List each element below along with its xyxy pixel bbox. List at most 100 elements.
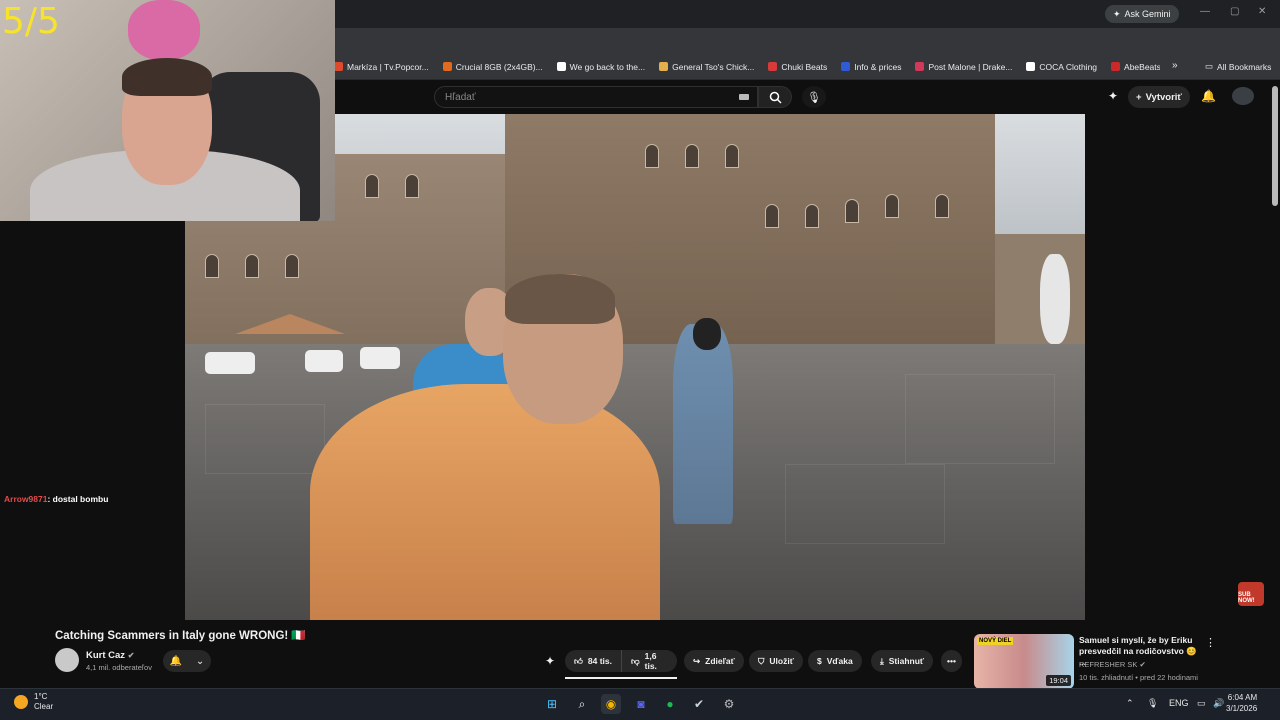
- video-car: [305, 350, 343, 372]
- channel-avatar[interactable]: [55, 648, 79, 672]
- save-label: Uložiť: [769, 656, 794, 666]
- dislike-count: 1,6 tis.: [644, 651, 657, 671]
- weather-temp: 1°C: [34, 692, 48, 701]
- notifications-bell-icon[interactable]: 🔔: [1201, 89, 1216, 103]
- more-dots-icon: •••: [947, 656, 956, 666]
- minimize-icon[interactable]: —: [1200, 6, 1210, 17]
- video-window: [405, 174, 419, 198]
- bookmark-label: Info & prices: [854, 61, 902, 72]
- bookmark-item[interactable]: Crucial 8GB (2x4GB)...: [442, 62, 543, 72]
- download-button[interactable]: ⤓ Stiahnuť: [871, 650, 934, 672]
- video-window: [205, 254, 219, 278]
- keyboard-icon[interactable]: [739, 94, 749, 100]
- webcam-plush-toy: [128, 0, 200, 60]
- counter-overlay: 5/5: [2, 1, 60, 42]
- sparkle-icon[interactable]: ✦: [1108, 89, 1118, 103]
- like-button[interactable]: 👍︎ 84 tis.: [565, 650, 621, 672]
- recommended-meta: 10 tis. zhliadnutí • pred 22 hodinami: [1079, 673, 1198, 682]
- thanks-button[interactable]: $ Vďaka: [808, 650, 862, 672]
- save-button[interactable]: ⛉ Uložiť: [749, 650, 803, 672]
- search-button[interactable]: [758, 86, 792, 108]
- thumbnail-tag: NOVÝ DIEL: [977, 637, 1014, 645]
- bookmark-item[interactable]: COCA Clothing: [1026, 62, 1097, 72]
- subscribe-badge[interactable]: SUB NOW!: [1238, 582, 1264, 606]
- dislike-button[interactable]: 👎︎ 1,6 tis.: [621, 650, 677, 672]
- chat-text: : dostal bombu: [47, 494, 109, 504]
- ask-gemini-label: Ask Gemini: [1124, 9, 1171, 19]
- bookmark-favicon-icon: [915, 62, 925, 71]
- verified-icon: ✔: [127, 651, 135, 660]
- bookmark-label: Markíza | Tv.Popcor...: [347, 61, 429, 72]
- create-label: Vytvoriť: [1145, 91, 1182, 103]
- steam-icon[interactable]: ✔: [689, 694, 709, 714]
- video-paving: [905, 374, 1055, 464]
- share-icon: ↪: [693, 655, 701, 666]
- voice-search-button[interactable]: 🎙: [802, 86, 826, 108]
- bookmark-item[interactable]: We go back to the...: [556, 62, 645, 72]
- bookmark-label: AbeBeats: [1124, 61, 1160, 72]
- video-window: [935, 194, 949, 218]
- system-clock[interactable]: 6:04 AM 3/1/2026: [1226, 692, 1257, 714]
- bookmark-item[interactable]: Post Malone | Drake...: [915, 62, 1012, 72]
- video-window: [285, 254, 299, 278]
- all-bookmarks-button[interactable]: ▭ All Bookmarks: [1205, 61, 1271, 72]
- clock-date: 3/1/2026: [1226, 704, 1258, 713]
- video-window: [725, 144, 739, 168]
- thanks-label: Vďaka: [826, 656, 853, 666]
- tray-chevron-icon[interactable]: ⌃: [1126, 698, 1134, 709]
- create-button[interactable]: + Vytvoriť: [1128, 86, 1190, 108]
- recommended-menu-icon[interactable]: ⋮: [1205, 636, 1216, 649]
- spotify-icon[interactable]: ●: [660, 694, 680, 714]
- dollar-icon: $: [817, 656, 822, 666]
- plus-icon: +: [1136, 91, 1142, 103]
- chrome-icon[interactable]: ◉: [601, 694, 621, 714]
- video-window: [685, 144, 699, 168]
- discord-icon[interactable]: ◙: [631, 694, 651, 714]
- like-count: 84 tis.: [587, 656, 612, 666]
- recommended-thumbnail[interactable]: NOVÝ DIEL 19:04: [974, 634, 1074, 689]
- thumbs-down-icon: 👎︎: [631, 655, 640, 666]
- weather-widget[interactable]: 1°C Clear: [14, 692, 53, 712]
- bookmark-item[interactable]: General Tso's Chick...: [659, 62, 754, 72]
- account-avatar[interactable]: [1232, 87, 1254, 105]
- video-orange-poncho: [310, 384, 660, 620]
- channel-name[interactable]: Kurt Caz ✔: [86, 650, 134, 661]
- bookmark-favicon-icon: [659, 62, 669, 71]
- volume-icon[interactable]: 🔊: [1213, 698, 1224, 709]
- bookmark-icon: ⛉: [758, 655, 765, 666]
- video-window: [805, 204, 819, 228]
- bookmark-item[interactable]: Markíza | Tv.Popcor...: [334, 62, 429, 72]
- more-actions-button[interactable]: •••: [941, 650, 962, 672]
- recommended-channel[interactable]: REFRESHER SK ✔: [1079, 660, 1146, 669]
- mic-tray-icon[interactable]: 🎙: [1147, 698, 1158, 709]
- more-bookmarks-icon[interactable]: »: [1172, 60, 1178, 71]
- ask-gemini-button[interactable]: ✦ Ask Gemini: [1105, 5, 1179, 23]
- subscription-bell-button[interactable]: 🔔 ⌄: [163, 650, 211, 672]
- page-scrollbar[interactable]: [1272, 86, 1278, 206]
- bookmark-item[interactable]: Chuki Beats: [768, 62, 827, 72]
- search-icon: [769, 91, 782, 104]
- bookmark-item[interactable]: Info & prices: [841, 62, 901, 72]
- video-man-in-denim: [673, 324, 733, 524]
- bookmark-item[interactable]: AbeBeats: [1111, 62, 1160, 72]
- clock-time: 6:04 AM: [1227, 693, 1258, 702]
- video-host-hair: [505, 274, 615, 324]
- close-icon[interactable]: ✕: [1258, 6, 1266, 17]
- taskbar-search-icon[interactable]: ⌕: [572, 694, 592, 714]
- weather-sun-icon: [14, 695, 28, 709]
- windows-start-icon[interactable]: ⊞: [542, 694, 562, 714]
- bookmark-favicon-icon: [841, 62, 851, 71]
- language-indicator[interactable]: ENG: [1169, 698, 1189, 708]
- search-input[interactable]: Hľadať: [434, 86, 758, 108]
- network-icon[interactable]: ▭: [1197, 698, 1206, 709]
- share-label: Zdieľať: [705, 656, 735, 666]
- maximize-icon[interactable]: ▢: [1230, 6, 1239, 17]
- video-duration: 19:04: [1046, 675, 1071, 686]
- share-button[interactable]: ↪ Zdieľať: [684, 650, 744, 672]
- video-car: [205, 352, 255, 374]
- sparkle-icon[interactable]: ✦: [545, 654, 555, 668]
- download-label: Stiahnuť: [888, 656, 925, 666]
- app-gear-icon[interactable]: ⚙: [719, 694, 739, 714]
- video-statue: [1040, 254, 1070, 344]
- like-ratio-bar: [565, 677, 677, 679]
